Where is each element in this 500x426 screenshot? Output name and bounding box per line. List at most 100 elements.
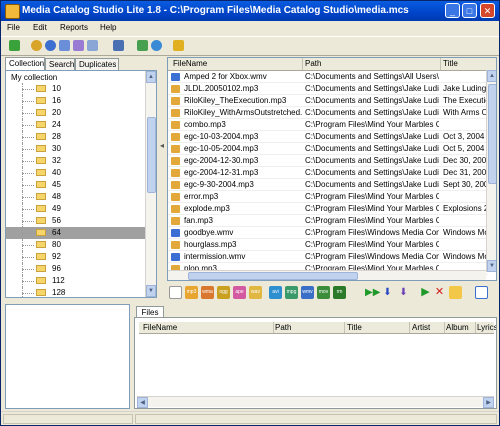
filter-ape-button[interactable]: ape [233,286,246,299]
col-path[interactable]: Path [305,59,321,68]
table-row[interactable]: RiloKiley_TheExecution.mp3 C:\Documents a… [168,95,488,107]
files-col-lyrics[interactable]: Lyrics [477,323,496,332]
tree-item[interactable]: 112 [6,275,145,287]
properties-icon[interactable] [169,286,182,299]
tree-item[interactable]: 48 [6,191,145,203]
tree-scroll-thumb[interactable] [147,117,156,193]
window-icon[interactable] [475,286,488,299]
edit-icon[interactable] [87,40,98,51]
key-icon[interactable] [173,40,184,51]
cd-icon[interactable] [31,40,42,51]
title-bar[interactable]: Media Catalog Studio Lite 1.8 - C:\Progr… [1,1,499,21]
tree-item[interactable]: 28 [6,131,145,143]
tree-root[interactable]: My collection [11,73,57,82]
filter-mpg-button[interactable]: mpg [285,286,298,299]
disc-icon[interactable] [45,40,56,51]
tree-item[interactable]: 40 [6,167,145,179]
grid-scrollbar[interactable]: ▲ ▼ [486,70,496,272]
tree-scroll-down[interactable]: ▼ [146,285,156,297]
tree-item[interactable]: 32 [6,155,145,167]
file-grid: FileName Path Title Amped 2 for Xbox.wmv… [167,57,497,281]
tree-item[interactable]: 92 [6,251,145,263]
menu-help[interactable]: Help [100,23,116,32]
files-col-title[interactable]: Title [347,323,362,332]
music-note-icon[interactable] [73,40,84,51]
down-icon[interactable]: ⬇ [381,286,394,299]
filter-wma-button[interactable]: wma [201,286,214,299]
document-icon[interactable] [59,40,70,51]
table-row[interactable]: hourglass.mp3 C:\Program Files\Mind Your … [168,239,488,251]
tree-item[interactable]: 56 [6,215,145,227]
files-hscrollbar[interactable]: ◀ ▶ [137,396,494,408]
cell-path: C:\Program Files\Windows Media Com... [305,228,439,237]
filter-mp3-button[interactable]: mp3 [185,286,198,299]
tree-item-label: 16 [52,96,61,105]
tree-item[interactable]: 96 [6,263,145,275]
tree-item[interactable]: 45 [6,179,145,191]
tab-search[interactable]: Search [45,58,75,70]
tree-item[interactable]: 10 [6,83,145,95]
tree-item[interactable]: 128 [6,287,145,297]
table-row[interactable]: explode.mp3 C:\Program Files\Mind Your Ma… [168,203,488,215]
files-col-artist[interactable]: Artist [412,323,430,332]
menu-file[interactable]: File [7,23,20,32]
report-icon[interactable] [113,40,124,51]
tree-item[interactable]: 49 [6,203,145,215]
add-icon[interactable] [9,40,20,51]
filter-wav-button[interactable]: wav [249,286,262,299]
grid-scroll-up[interactable]: ▲ [487,70,496,82]
filter-ogg-button[interactable]: ogg [217,286,230,299]
filter-mov-button[interactable]: mov [317,286,330,299]
maximize-button[interactable]: □ [462,3,477,18]
close-button[interactable]: ✕ [480,3,495,18]
files-scroll-right[interactable]: ▶ [483,397,494,408]
tree-item[interactable]: 16 [6,95,145,107]
files-col-filename[interactable]: FileName [143,323,177,332]
table-row[interactable]: fan.mp3 C:\Program Files\Mind Your Marble… [168,215,488,227]
play-icon[interactable]: ▶ [419,286,432,299]
menu-edit[interactable]: Edit [33,23,47,32]
export-icon[interactable]: ⬇ [397,286,410,299]
table-row[interactable]: egc-9-30-2004.mp3 C:\Documents and Settin… [168,179,488,191]
tree-scrollbar[interactable]: ▲ ▼ [145,71,156,297]
col-filename[interactable]: FileName [173,59,207,68]
filter-avi-button[interactable]: avi [269,286,282,299]
table-row[interactable]: combo.mp3 C:\Program Files\Mind Your Marb… [168,119,488,131]
filter-wmv-button[interactable]: wmv [301,286,314,299]
table-row[interactable]: egc-10-05-2004.mp3 C:\Documents and Setti… [168,143,488,155]
grid-hscroll-thumb[interactable] [188,272,358,280]
tree-item[interactable]: 20 [6,107,145,119]
tree-item[interactable]: 80 [6,239,145,251]
splitter-handle[interactable]: ◂ [159,141,165,161]
minimize-button[interactable]: _ [445,3,460,18]
table-row[interactable]: egc-2004-12-31.mp3 C:\Documents and Setti… [168,167,488,179]
table-row[interactable]: JLDL.20050102.mp3 C:\Documents and Settin… [168,83,488,95]
table-row[interactable]: RiloKiley_WithArmsOutstretched.... C:\Doc… [168,107,488,119]
tree-item[interactable]: 30 [6,143,145,155]
tree-scroll-up[interactable]: ▲ [146,71,156,83]
files-col-path[interactable]: Path [275,323,291,332]
grid-scroll-thumb[interactable] [488,84,496,184]
menu-reports[interactable]: Reports [60,23,88,32]
table-row[interactable]: intermission.wmv C:\Program Files\Windows… [168,251,488,263]
files-col-album[interactable]: Album [446,323,469,332]
col-title[interactable]: Title [443,59,458,68]
files-scroll-left[interactable]: ◀ [137,397,148,408]
table-row[interactable]: Amped 2 for Xbox.wmv C:\Documents and Set… [168,71,488,83]
grid-hscrollbar[interactable] [168,270,486,280]
delete-icon[interactable]: ✕ [433,286,446,299]
table-row[interactable]: error.mp3 C:\Program Files\Mind Your Marb… [168,191,488,203]
tab-collection[interactable]: Collection [5,57,45,70]
settings-icon[interactable] [137,40,148,51]
play-all-icon[interactable]: ▶▶ [365,286,380,299]
folder-menu-icon[interactable] [449,286,462,299]
tree-item[interactable]: 64 [6,227,145,239]
table-row[interactable]: egc-10-03-2004.mp3 C:\Documents and Setti… [168,131,488,143]
filter-rm-button[interactable]: rm [333,286,346,299]
table-row[interactable]: goodbye.wmv C:\Program Files\Windows Medi… [168,227,488,239]
grid-scroll-down[interactable]: ▼ [487,260,496,272]
tab-duplicates[interactable]: Duplicates [75,58,119,70]
table-row[interactable]: egc-2004-12-30.mp3 C:\Documents and Setti… [168,155,488,167]
tree-item[interactable]: 24 [6,119,145,131]
globe-icon[interactable] [151,40,162,51]
